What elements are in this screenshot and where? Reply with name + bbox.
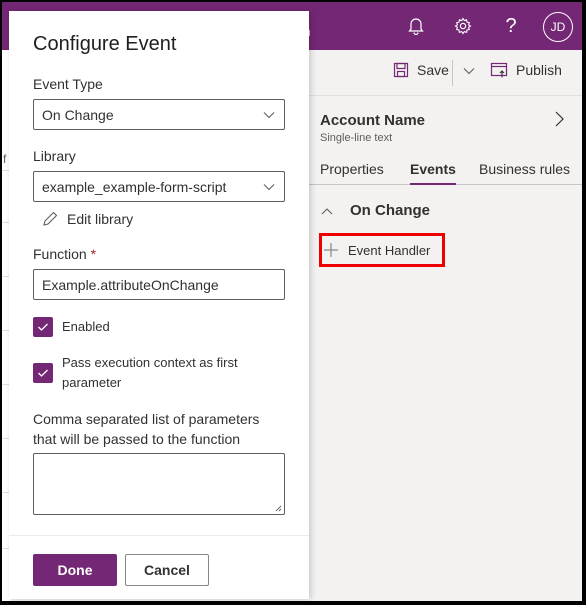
library-label: Library bbox=[33, 148, 76, 164]
params-textarea[interactable] bbox=[33, 453, 285, 515]
function-value: Example.attributeOnChange bbox=[42, 276, 219, 293]
field-subtitle: Single-line text bbox=[320, 132, 393, 144]
library-value: example_example-form-script bbox=[42, 178, 227, 195]
field-title: Account Name bbox=[320, 112, 426, 129]
configure-event-dialog: Configure Event Event Type On Change Lib… bbox=[9, 11, 309, 599]
event-handler-label: Event Handler bbox=[348, 242, 431, 258]
required-marker: * bbox=[90, 246, 97, 262]
help-icon: ? bbox=[505, 14, 517, 37]
tab-properties[interactable]: Properties bbox=[320, 161, 384, 183]
done-button[interactable]: Done bbox=[33, 554, 117, 586]
save-label: Save bbox=[417, 62, 449, 78]
tab-events[interactable]: Events bbox=[410, 161, 456, 185]
gear-icon bbox=[454, 17, 472, 35]
event-type-value: On Change bbox=[42, 106, 114, 123]
edit-library-button[interactable]: Edit library bbox=[41, 210, 133, 228]
dialog-title: Configure Event bbox=[33, 33, 177, 55]
on-change-section-header[interactable]: On Change bbox=[320, 202, 430, 219]
user-avatar[interactable]: JD bbox=[543, 12, 573, 42]
settings-button[interactable] bbox=[447, 10, 479, 42]
section-label: On Change bbox=[350, 202, 431, 219]
cancel-button[interactable]: Cancel bbox=[125, 554, 209, 586]
tab-business-rules[interactable]: Business rules bbox=[479, 161, 570, 183]
footer-divider bbox=[9, 535, 309, 536]
event-type-label: Event Type bbox=[33, 76, 103, 92]
chevron-down-icon bbox=[263, 184, 275, 191]
edit-library-label: Edit library bbox=[67, 211, 134, 227]
app-window: n ? JD Save Publish f bbox=[2, 2, 582, 601]
publish-label: Publish bbox=[516, 62, 562, 78]
enabled-checkbox[interactable] bbox=[33, 317, 53, 337]
add-event-handler-button[interactable]: Event Handler bbox=[319, 233, 445, 267]
pass-context-checkbox[interactable] bbox=[33, 363, 53, 383]
function-label-text: Function bbox=[33, 246, 87, 262]
checkmark-icon bbox=[38, 323, 48, 331]
help-button[interactable]: ? bbox=[495, 10, 527, 42]
enabled-label: Enabled bbox=[62, 319, 110, 334]
enabled-checkbox-row[interactable]: Enabled bbox=[33, 317, 110, 337]
command-divider bbox=[452, 60, 453, 86]
library-select[interactable]: example_example-form-script bbox=[33, 171, 285, 202]
partial-text: f bbox=[3, 152, 7, 166]
save-dropdown-button[interactable] bbox=[462, 64, 476, 78]
function-label: Function * bbox=[33, 246, 96, 262]
chevron-down-icon bbox=[263, 112, 275, 119]
params-label: Comma separated list of parameters that … bbox=[33, 411, 260, 447]
pane-tabs: Properties Events Business rules bbox=[307, 159, 582, 185]
properties-pane: Account Name Single-line text Properties… bbox=[307, 97, 582, 601]
save-button[interactable]: Save bbox=[393, 62, 449, 78]
save-icon bbox=[393, 62, 409, 78]
event-type-select[interactable]: On Change bbox=[33, 99, 285, 130]
pass-context-checkbox-row[interactable]: Pass execution context as first paramete… bbox=[33, 353, 263, 393]
chevron-up-icon bbox=[321, 207, 333, 214]
resize-grip-icon[interactable] bbox=[274, 504, 282, 512]
checkmark-icon bbox=[38, 369, 48, 377]
chevron-down-icon bbox=[463, 68, 475, 75]
plus-icon bbox=[324, 243, 338, 257]
publish-button[interactable]: Publish bbox=[490, 62, 562, 78]
pencil-icon bbox=[43, 211, 58, 226]
notifications-button[interactable] bbox=[400, 10, 432, 42]
function-input[interactable]: Example.attributeOnChange bbox=[33, 269, 285, 300]
chevron-right-icon[interactable] bbox=[552, 110, 566, 128]
publish-icon bbox=[490, 62, 508, 78]
pass-context-label: Pass execution context as first paramete… bbox=[62, 355, 238, 390]
bell-icon bbox=[408, 18, 424, 35]
